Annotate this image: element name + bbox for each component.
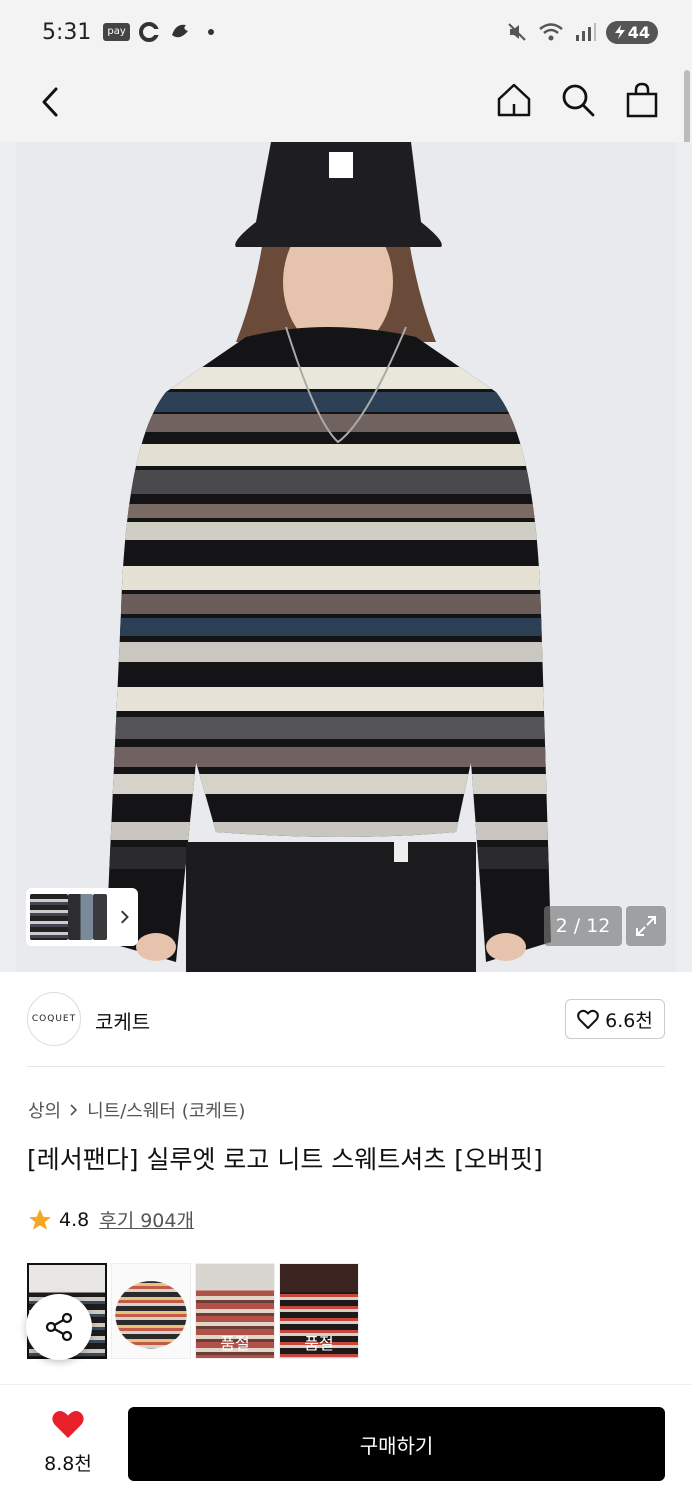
buy-button[interactable]: 구매하기 <box>128 1407 665 1481</box>
product-title: [레서팬다] 실루엣 로고 니트 스웨트셔츠 [오버핏] <box>27 1145 543 1174</box>
search-icon <box>562 84 595 117</box>
signal-icon <box>575 23 596 41</box>
reviews-link[interactable]: 후기 904개 <box>99 1206 194 1233</box>
gallery-thumbnail[interactable] <box>68 894 94 940</box>
divider <box>27 1066 665 1067</box>
brand-name[interactable]: 코케트 <box>95 1006 150 1035</box>
top-nav <box>0 64 692 142</box>
home-button[interactable] <box>494 78 534 122</box>
brand-logo-text: COQUET <box>31 1014 77 1024</box>
chevron-left-icon <box>42 87 58 117</box>
variant-option[interactable]: 품절 <box>195 1263 275 1359</box>
rating-value: 4.8 <box>59 1208 90 1231</box>
status-time: 5:31 <box>42 19 92 45</box>
app-notification-icon <box>171 24 188 38</box>
rating-row: 4.8 후기 904개 <box>27 1206 194 1233</box>
battery-level: 44 <box>627 22 650 42</box>
brand-like-button[interactable]: 6.6천 <box>565 999 665 1039</box>
back-button[interactable] <box>30 82 70 122</box>
model-sweater-illustration <box>16 142 676 972</box>
soldout-label: 품절 <box>220 1334 250 1353</box>
variant-option[interactable]: 품절 <box>279 1263 359 1359</box>
breadcrumb-category[interactable]: 상의 <box>28 1097 61 1123</box>
gallery-thumbnail-strip[interactable] <box>26 888 138 946</box>
gallery-thumbnail[interactable] <box>93 894 107 940</box>
cart-button[interactable] <box>622 78 662 122</box>
expand-icon <box>636 916 656 936</box>
brand-row: COQUET 코케트 6.6천 <box>0 972 692 1066</box>
notification-dot-icon <box>207 29 214 35</box>
wifi-icon <box>538 23 563 41</box>
wishlist-count: 8.8천 <box>44 1453 92 1475</box>
share-icon <box>45 1312 73 1342</box>
home-icon <box>497 83 531 117</box>
wishlist-button[interactable]: 8.8천 <box>30 1409 106 1476</box>
battery-icon: 44 <box>605 20 658 44</box>
shopping-bag-icon <box>626 82 658 118</box>
pay-icon: pay <box>103 23 130 41</box>
status-bar: 5:31 pay 44 <box>0 0 692 64</box>
fullscreen-button[interactable] <box>626 906 666 946</box>
brand-logo[interactable]: COQUET <box>27 992 81 1046</box>
gallery-page-counter: 2 / 12 <box>544 906 622 946</box>
star-icon <box>29 1208 51 1230</box>
gallery-thumbnail[interactable] <box>30 894 69 940</box>
product-photo <box>16 142 676 972</box>
chevron-right-icon <box>120 910 129 924</box>
breadcrumb-subcategory[interactable]: 니트/스웨터 (코케트) <box>87 1097 245 1123</box>
search-button[interactable] <box>558 78 598 122</box>
heart-outline-icon <box>577 1009 600 1029</box>
share-button[interactable] <box>26 1294 92 1360</box>
mute-icon <box>508 23 526 41</box>
brand-like-count: 6.6천 <box>605 1009 653 1032</box>
bottom-purchase-bar: 8.8천 구매하기 <box>0 1384 692 1500</box>
product-image-gallery[interactable]: 2 / 12 <box>0 142 692 972</box>
breadcrumb: 상의 니트/스웨터 (코케트) <box>28 1097 245 1123</box>
variant-option[interactable] <box>111 1263 191 1359</box>
soldout-label: 품절 <box>304 1334 334 1353</box>
heart-filled-icon <box>52 1411 84 1438</box>
sync-icon <box>138 22 159 42</box>
chevron-right-icon <box>70 1104 78 1116</box>
